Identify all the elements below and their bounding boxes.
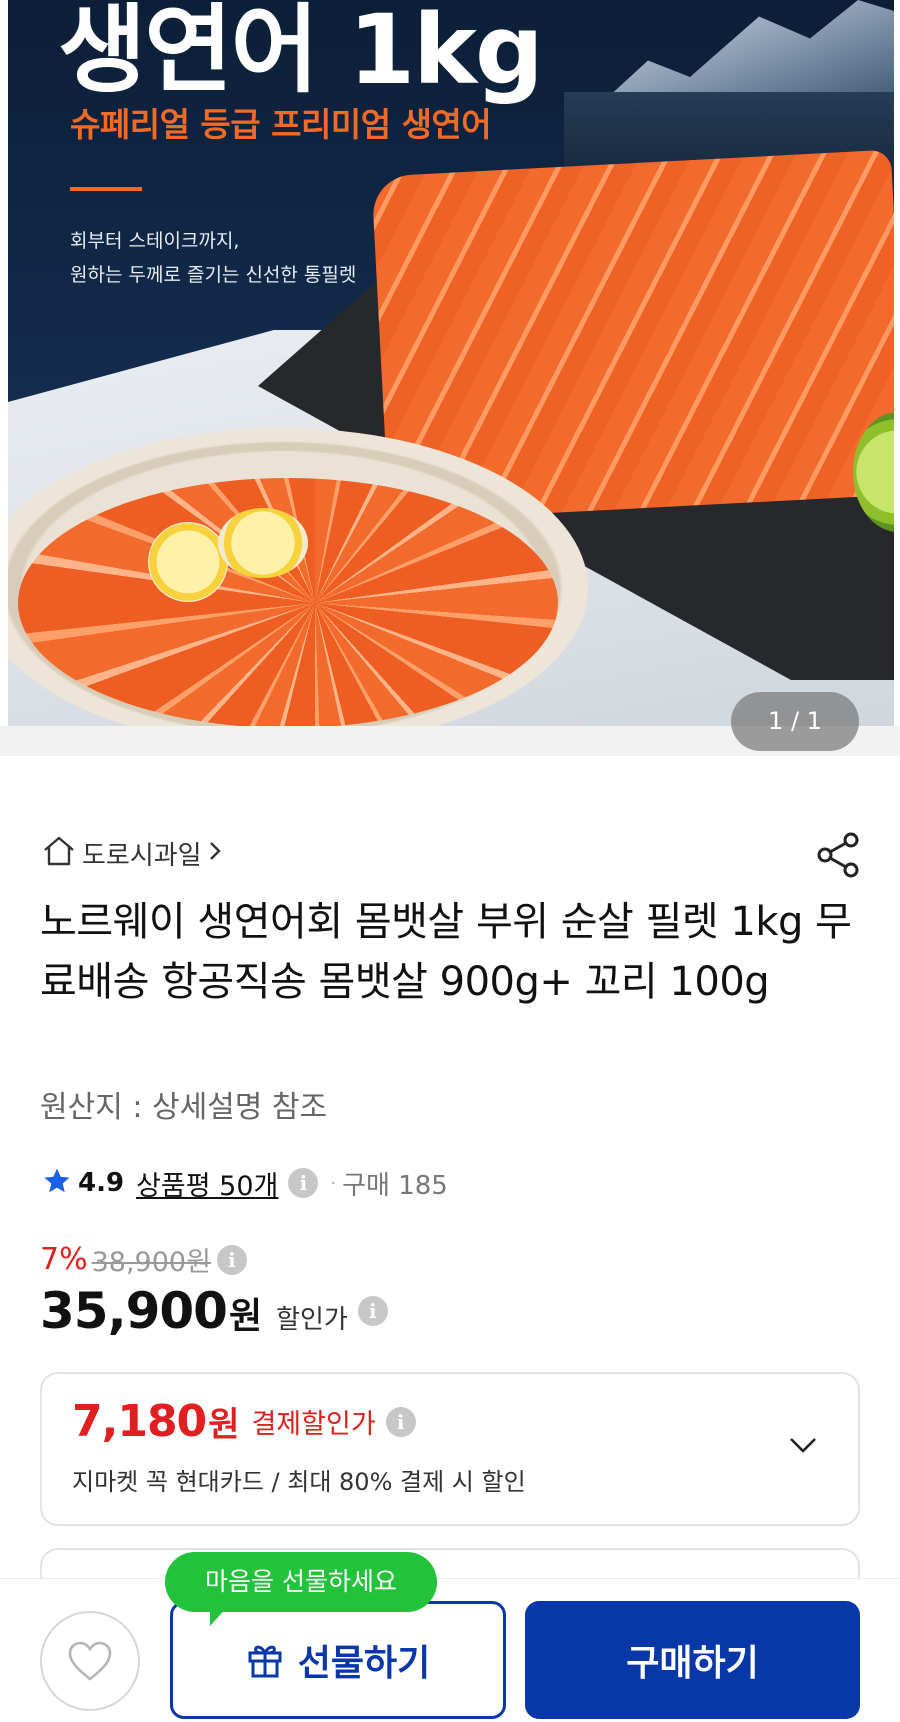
sale-price: 35,900 (40, 1282, 228, 1340)
chevron-right-icon (208, 839, 222, 867)
heart-icon (68, 1641, 112, 1681)
buy-button[interactable]: 구매하기 (525, 1601, 860, 1719)
origin-info: 원산지 : 상세설명 참조 (40, 1090, 328, 1125)
share-icon (817, 832, 859, 878)
product-image-carousel[interactable]: 생연어 1kg 슈페리얼 등급 프리미엄 생연어 회부터 스테이크까지, 원하는… (8, 0, 894, 726)
separator-dot: · (330, 1172, 337, 1194)
wishlist-button[interactable] (40, 1611, 140, 1711)
rating-score: 4.9 (78, 1168, 125, 1198)
home-icon (42, 835, 76, 871)
card-discount-price-row: 7,180 원 결제할인가 i (72, 1396, 416, 1447)
star-icon (42, 1166, 72, 1200)
purchase-count: 구매 185 (342, 1170, 448, 1201)
hero-divider (70, 187, 142, 191)
hero-subtitle: 슈페리얼 등급 프리미엄 생연어 (70, 105, 492, 144)
store-name: 도로시과일 (82, 840, 202, 871)
hero-desc-line: 회부터 스테이크까지, (70, 230, 240, 252)
sale-price-label: 할인가 (276, 1305, 348, 1335)
review-count-link[interactable]: 상품평 50개 (136, 1164, 278, 1203)
original-price-unit: 원 (186, 1247, 211, 1278)
product-title: 노르웨이 생연어회 몸뱃살 부위 순살 필렛 1kg 무료배송 항공직송 몸뱃살… (40, 899, 852, 1005)
card-discount-label: 결제할인가 (251, 1409, 376, 1440)
original-price-value: 38,900 (91, 1247, 187, 1278)
image-page-counter: 1 / 1 (731, 692, 859, 751)
card-discount-price: 7,180 (72, 1396, 207, 1447)
sale-price-row: 35,900 원 할인가 i (40, 1282, 388, 1340)
card-discount-unit: 원 (208, 1405, 240, 1445)
card-discount-box[interactable]: 7,180 원 결제할인가 i 지마켓 꼭 현대카드 / 최대 80% 결제 시… (40, 1372, 860, 1526)
info-icon[interactable]: i (216, 1244, 247, 1275)
info-icon[interactable]: i (385, 1406, 416, 1437)
info-icon[interactable]: i (357, 1296, 388, 1326)
gift-button-label: 선물하기 (297, 1643, 431, 1684)
original-price: 38,900원 (92, 1240, 211, 1279)
gift-bubble-tail (210, 1606, 228, 1626)
hero-description: 회부터 스테이크까지, 원하는 두께로 즐기는 신선한 통필렛 (70, 224, 356, 292)
chevron-down-icon[interactable] (788, 1430, 818, 1460)
lemon-slice-image (218, 508, 308, 578)
bottom-action-bar: 선물하기 구매하기 (0, 1578, 900, 1722)
info-icon[interactable]: i (288, 1168, 319, 1198)
hero-desc-line: 원하는 두께로 즐기는 신선한 통필렛 (70, 264, 357, 286)
gift-icon (248, 1645, 282, 1678)
buy-button-label: 구매하기 (626, 1643, 759, 1684)
rating-row: 4.9 상품평 50개 i · 구매 185 (42, 1163, 448, 1203)
store-link[interactable]: 도로시과일 (42, 833, 222, 873)
original-price-row: 7% 38,900원 i (40, 1240, 247, 1279)
sale-price-unit: 원 (228, 1296, 263, 1337)
share-button[interactable] (814, 830, 864, 880)
hero-title: 생연어 1kg (58, 0, 544, 106)
card-discount-description: 지마켓 꼭 현대카드 / 최대 80% 결제 시 할인 (72, 1468, 526, 1496)
discount-rate: 7% (40, 1242, 88, 1277)
lemon-slice-image (148, 522, 228, 602)
gift-promo-bubble: 마음을 선물하세요 (165, 1552, 437, 1612)
